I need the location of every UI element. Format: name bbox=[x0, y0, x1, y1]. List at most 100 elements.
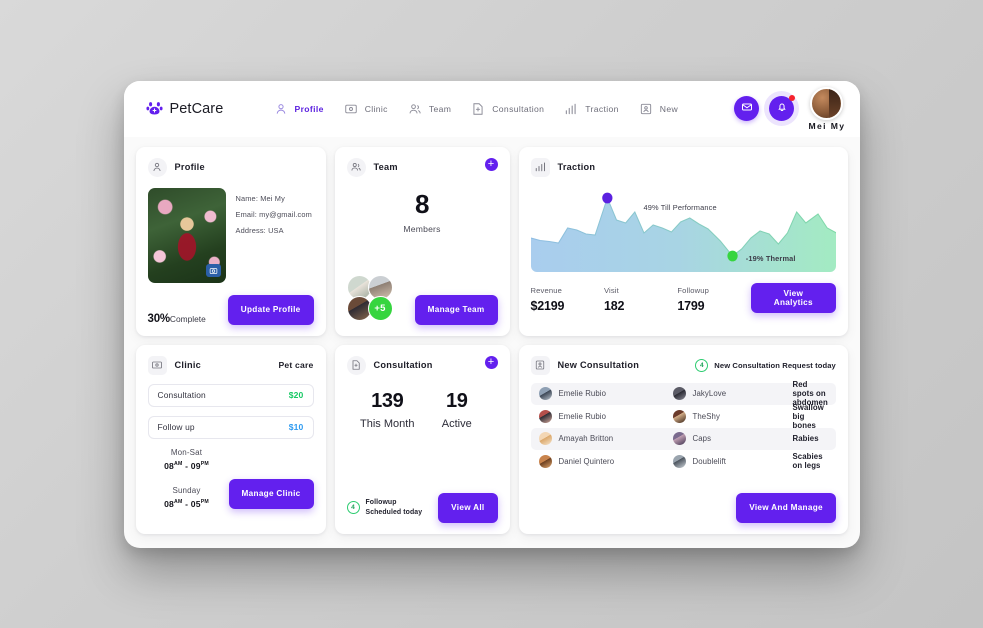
user-menu[interactable]: Mei My bbox=[808, 86, 846, 131]
clinic-card-subtitle: Pet care bbox=[278, 360, 314, 370]
clinic-card: Clinic Pet care Consultation $20 Follow … bbox=[135, 344, 326, 534]
service-row-consultation[interactable]: Consultation $20 bbox=[147, 383, 314, 407]
pet-avatar bbox=[672, 409, 686, 423]
profile-card: Profile Name: Mei My Email: my@gmail.com… bbox=[135, 146, 326, 336]
table-row[interactable]: Emelie Rubio TheShy Swallow big bones bbox=[531, 402, 836, 430]
team-count-block: 8 Members bbox=[347, 191, 498, 234]
hours-close: 05 bbox=[190, 498, 201, 509]
stat-value: 1799 bbox=[677, 298, 705, 313]
owner-avatar bbox=[538, 432, 552, 446]
clinic-icon bbox=[344, 102, 358, 116]
consultation-active-count: 19 bbox=[446, 389, 468, 412]
ticket-icon bbox=[530, 355, 550, 375]
clinic-footer: Sunday 08AM - 05PM Manage Clinic bbox=[148, 478, 314, 509]
view-analytics-button[interactable]: View Analytics bbox=[750, 282, 836, 313]
team-footer: +5 Manage Team bbox=[346, 274, 498, 325]
traction-chart[interactable]: 49% Till Performance -19% Thermal bbox=[530, 186, 836, 272]
hours-time-value: 08AM - 05PM bbox=[164, 498, 209, 509]
hours-close: 09 bbox=[190, 460, 201, 471]
camera-icon[interactable] bbox=[205, 263, 221, 277]
table-row[interactable]: Amayah Britton Caps Rabies bbox=[530, 427, 836, 450]
chart-annotation-thermal: -19% Thermal bbox=[745, 254, 796, 264]
owner-name: Emelie Rubio bbox=[558, 389, 607, 399]
hours-open-suffix: AM bbox=[174, 460, 183, 467]
new-consultation-header: New Consultation 4 New Consultation Requ… bbox=[530, 355, 836, 375]
traction-card: Traction 49% Till Performance -19% Therm… bbox=[518, 146, 848, 336]
issue-text: Swallow big bones bbox=[792, 402, 824, 430]
brand-logo[interactable]: PetCare bbox=[145, 100, 264, 117]
service-name: Consultation bbox=[157, 390, 206, 400]
traction-stats: Revenue $2199 Visit 182 Followup 1799 Vi… bbox=[530, 282, 836, 313]
clinic-card-header: Clinic Pet care bbox=[147, 355, 314, 375]
followup-note-line2: Scheduled today bbox=[365, 508, 423, 516]
nav-item-new[interactable]: New bbox=[629, 97, 688, 121]
update-profile-button[interactable]: Update Profile bbox=[227, 294, 314, 325]
stat-label: Revenue bbox=[530, 285, 562, 295]
issue-cell: Scabies on legs bbox=[793, 452, 828, 470]
manage-team-button[interactable]: Manage Team bbox=[414, 294, 498, 325]
profile-footer: 30%Complete Update Profile bbox=[148, 294, 314, 325]
request-badge-text: New Consultation Request today bbox=[714, 360, 836, 370]
add-consultation-button[interactable]: + bbox=[484, 355, 498, 369]
consultation-metrics: 139 This Month 19 Active bbox=[347, 391, 498, 430]
hours-open: 08 bbox=[164, 460, 175, 471]
service-price: $10 bbox=[288, 422, 304, 432]
profile-complete-label: Complete bbox=[169, 313, 206, 324]
messages-button[interactable] bbox=[734, 96, 760, 121]
notifications-button[interactable] bbox=[769, 95, 796, 121]
bell-icon bbox=[776, 100, 788, 118]
consultation-month-metric: 139 This Month bbox=[353, 391, 423, 430]
owner-avatar bbox=[538, 387, 552, 401]
nav-item-traction[interactable]: Traction bbox=[554, 97, 629, 121]
nav-item-consultation[interactable]: Consultation bbox=[461, 97, 554, 121]
profile-completion: 30%Complete bbox=[148, 313, 206, 325]
service-name: Follow up bbox=[157, 422, 195, 432]
followup-count-badge: 4 bbox=[346, 501, 360, 514]
owner-cell: Emelie Rubio bbox=[538, 387, 673, 401]
owner-cell: Amayah Britton bbox=[538, 432, 673, 446]
username-label: Mei My bbox=[808, 120, 846, 131]
profile-info: Name: Mei My Email: my@gmail.com Address… bbox=[236, 188, 312, 283]
table-row[interactable]: Emelie Rubio JakyLove Red spots on abdom… bbox=[530, 380, 836, 407]
envelope-icon bbox=[741, 100, 753, 118]
pet-name: TheShy bbox=[692, 411, 720, 421]
issue-text: Rabies bbox=[792, 434, 819, 444]
consultation-month-count: 139 bbox=[371, 389, 404, 412]
add-team-member-button[interactable]: + bbox=[484, 157, 498, 171]
view-and-manage-button[interactable]: View And Manage bbox=[736, 492, 836, 523]
nav-label-clinic: Clinic bbox=[364, 103, 388, 114]
users-icon bbox=[346, 157, 366, 177]
owner-cell: Daniel Quintero bbox=[538, 454, 673, 468]
team-members-label: Members bbox=[403, 223, 441, 234]
pet-avatar bbox=[672, 432, 686, 446]
nav-item-team[interactable]: Team bbox=[398, 97, 461, 121]
bar-chart-icon bbox=[530, 157, 550, 177]
consultation-month-label: This Month bbox=[360, 417, 415, 430]
pet-avatar bbox=[672, 387, 686, 401]
consultation-active-label: Active bbox=[441, 417, 472, 430]
team-avatars[interactable]: +5 bbox=[346, 274, 393, 325]
view-all-button[interactable]: View All bbox=[438, 492, 498, 523]
stat-value: 182 bbox=[603, 298, 625, 313]
profile-card-title: Profile bbox=[174, 162, 205, 172]
nav-item-profile[interactable]: Profile bbox=[264, 97, 334, 121]
new-consultation-footer: View And Manage bbox=[531, 492, 836, 523]
pet-name: Caps bbox=[692, 434, 712, 444]
nav-label-new: New bbox=[659, 103, 679, 114]
clinic-hours-weekday: Mon-Sat 08AM - 09PM bbox=[148, 448, 314, 471]
team-avatar-overflow[interactable]: +5 bbox=[367, 295, 393, 321]
manage-clinic-button[interactable]: Manage Clinic bbox=[228, 478, 314, 509]
traction-card-header: Traction bbox=[530, 157, 836, 177]
request-badge: 4 New Consultation Request today bbox=[695, 358, 836, 372]
service-price: $20 bbox=[288, 390, 304, 400]
traction-card-title: Traction bbox=[557, 162, 596, 172]
profile-body: Name: Mei My Email: my@gmail.com Address… bbox=[147, 187, 314, 283]
new-consultation-title: New Consultation bbox=[557, 360, 640, 370]
table-row[interactable]: Daniel Quintero Doublelift Scabies on le… bbox=[531, 450, 836, 473]
nav-item-clinic[interactable]: Clinic bbox=[334, 97, 398, 121]
service-row-followup[interactable]: Follow up $10 bbox=[147, 415, 314, 439]
team-card-header: Team bbox=[346, 157, 498, 177]
users-icon bbox=[408, 102, 422, 116]
profile-card-header: Profile bbox=[147, 157, 314, 177]
stat-value: $2199 bbox=[530, 298, 565, 313]
